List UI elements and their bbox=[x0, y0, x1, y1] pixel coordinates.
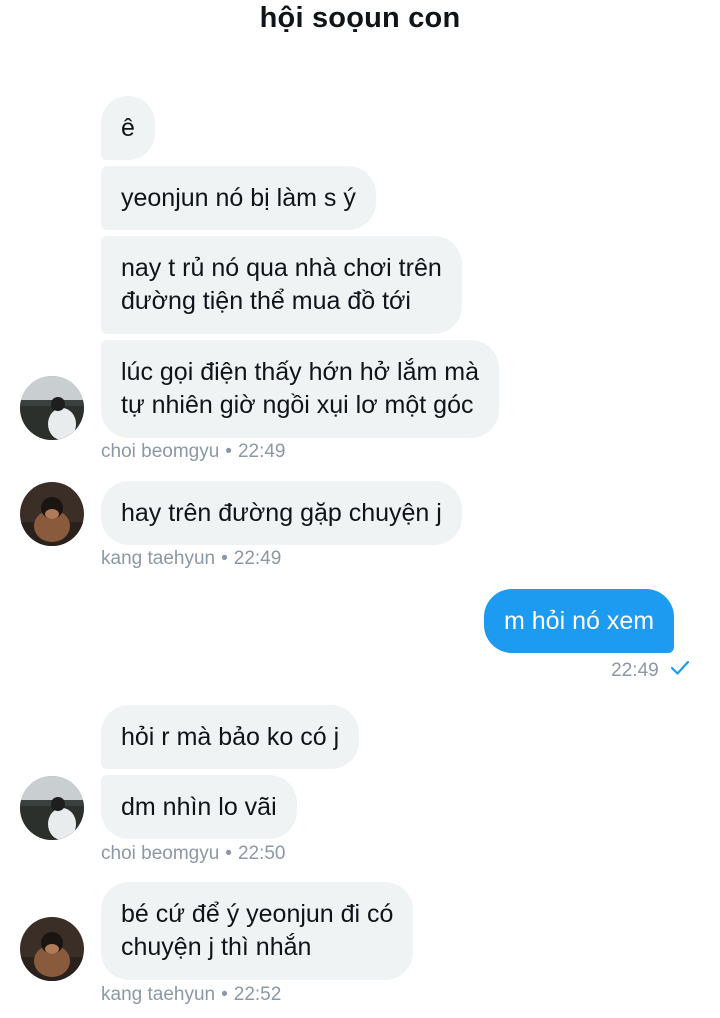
message-bubble-outgoing[interactable]: m hỏi nó xem bbox=[484, 589, 675, 653]
avatar-choi-beomgyu[interactable] bbox=[20, 776, 84, 840]
message-line: tự nhiên giờ ngồi xụi lơ một góc bbox=[121, 391, 474, 419]
timestamp: 22:52 bbox=[233, 984, 282, 1005]
message-bubble[interactable]: hay trên đường gặp chuyện j bbox=[101, 481, 462, 545]
timestamp: 22:49 bbox=[237, 441, 286, 462]
message-bubble[interactable]: yeonjun nó bị làm s ý bbox=[101, 166, 376, 230]
message-text: yeonjun nó bị làm s ý bbox=[121, 184, 356, 212]
separator-dot: • bbox=[225, 441, 232, 462]
separator-dot: • bbox=[225, 843, 232, 864]
message-line: chuyện j thì nhắn bbox=[121, 933, 312, 961]
sender-name: kang taehyun bbox=[101, 984, 216, 1005]
message-bubble[interactable]: lúc gọi điện thấy hớn hở lắm mà tự nhiên… bbox=[101, 340, 499, 438]
message-text: ê bbox=[121, 114, 135, 142]
sender-name: choi beomgyu bbox=[101, 441, 220, 462]
separator-dot: • bbox=[221, 548, 228, 569]
message-line: bé cứ để ý yeonjun đi có bbox=[121, 900, 394, 928]
message-bubble[interactable]: nay t rủ nó qua nhà chơi trên đường tiện… bbox=[101, 236, 462, 334]
avatar-photo bbox=[20, 376, 84, 440]
message-bubble[interactable]: dm nhìn lo vãi bbox=[101, 775, 297, 839]
timestamp: 22:49 bbox=[233, 548, 282, 569]
avatar-kang-taehyun[interactable] bbox=[20, 917, 84, 981]
chat-title: hội soọun con bbox=[259, 2, 461, 34]
message-line: lúc gọi điện thấy hớn hở lắm mà bbox=[121, 358, 479, 386]
message-text: dm nhìn lo vãi bbox=[121, 793, 277, 821]
sender-name: choi beomgyu bbox=[101, 843, 220, 864]
message-meta: kang taehyun • 22:49 bbox=[101, 548, 281, 570]
avatar-photo bbox=[20, 482, 84, 546]
avatar-photo bbox=[20, 917, 84, 981]
message-bubble[interactable]: hỏi r mà bảo ko có j bbox=[101, 705, 360, 769]
avatar-photo bbox=[20, 776, 84, 840]
message-meta: 22:49 bbox=[611, 660, 690, 682]
message-meta: choi beomgyu • 22:50 bbox=[101, 843, 286, 865]
message-bubble[interactable]: ê bbox=[101, 96, 155, 160]
message-meta: choi beomgyu • 22:49 bbox=[101, 441, 286, 463]
message-text: hỏi r mà bảo ko có j bbox=[121, 723, 340, 751]
timestamp: 22:49 bbox=[611, 660, 659, 682]
message-line: nay t rủ nó qua nhà chơi trên bbox=[121, 254, 442, 282]
avatar-kang-taehyun[interactable] bbox=[20, 482, 84, 546]
check-icon bbox=[670, 660, 690, 682]
message-text: m hỏi nó xem bbox=[504, 607, 655, 635]
timestamp: 22:50 bbox=[237, 843, 286, 864]
sender-name: kang taehyun bbox=[101, 548, 216, 569]
separator-dot: • bbox=[221, 984, 228, 1005]
message-bubble[interactable]: bé cứ để ý yeonjun đi có chuyện j thì nh… bbox=[101, 882, 414, 980]
message-meta: kang taehyun • 22:52 bbox=[101, 984, 281, 1006]
message-line: đường tiện thể mua đồ tới bbox=[121, 287, 411, 315]
avatar-choi-beomgyu[interactable] bbox=[20, 376, 84, 440]
message-text: hay trên đường gặp chuyện j bbox=[121, 499, 442, 527]
